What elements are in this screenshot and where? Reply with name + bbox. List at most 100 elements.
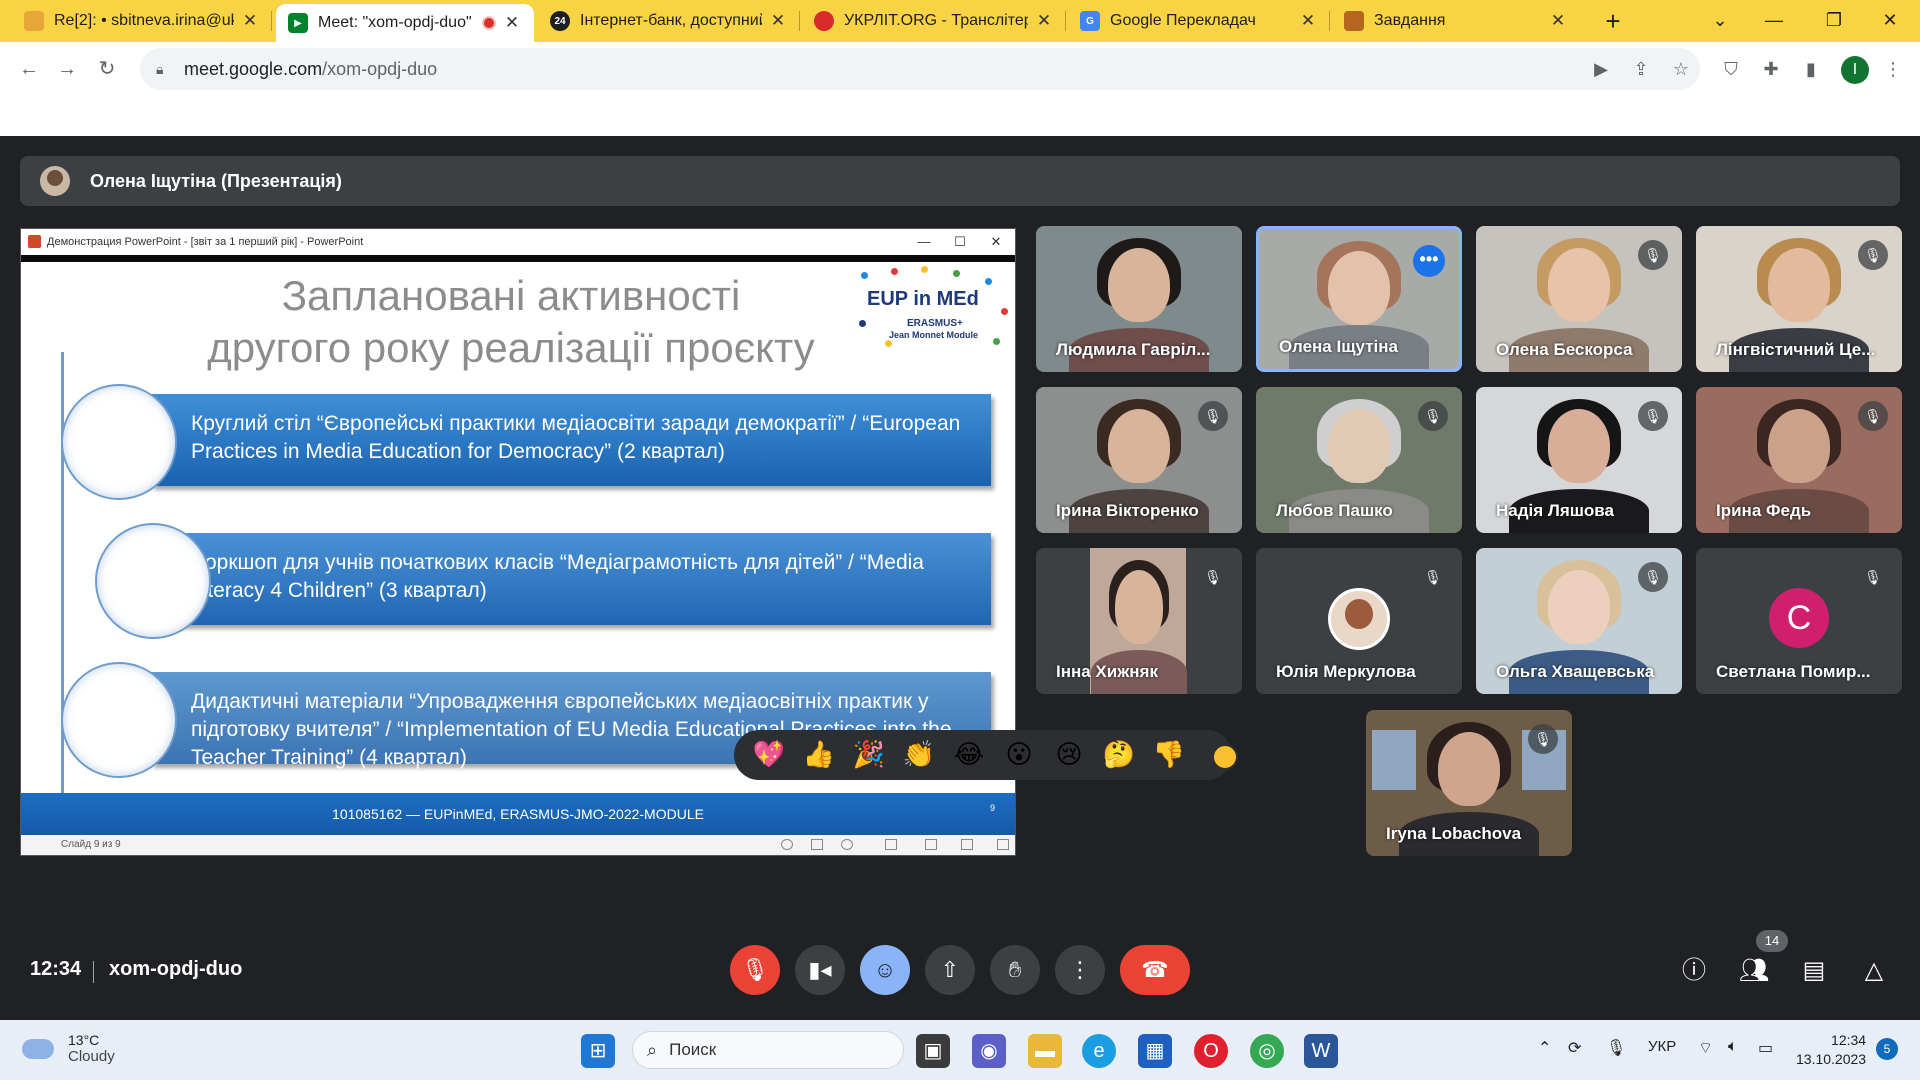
tab-bank[interactable]: 24 Інтернет-банк, доступний ✕ bbox=[538, 0, 800, 42]
tab-translate[interactable]: G Google Перекладач ✕ bbox=[1068, 0, 1330, 42]
tab-search-chevron-icon[interactable]: ⌄ bbox=[1690, 0, 1750, 42]
participant-tile[interactable]: 🎙︎ Лінгвістичний Це... bbox=[1696, 226, 1902, 372]
activities-icon[interactable]: △ bbox=[1854, 951, 1894, 991]
reaction-sad[interactable]: 😢 bbox=[1044, 740, 1094, 770]
tab-meet[interactable]: ▶ Meet: "xom-opdj-duo" ✕ bbox=[276, 4, 534, 42]
tab-mail[interactable]: Re[2]: • sbitneva.irina@ukr ✕ bbox=[12, 0, 272, 42]
participant-name: Любов Пашко bbox=[1276, 501, 1393, 520]
more-options-icon[interactable]: ••• bbox=[1413, 245, 1445, 277]
profile-avatar[interactable]: I bbox=[1841, 56, 1869, 84]
maximize-icon[interactable]: ❐ bbox=[1804, 0, 1864, 42]
reaction-thinking[interactable]: 🤔 bbox=[1094, 740, 1144, 770]
taskbar-search[interactable]: ⌕ Поиск bbox=[632, 1031, 904, 1069]
word-icon[interactable]: W bbox=[1304, 1034, 1338, 1068]
close-tab-icon[interactable]: ✕ bbox=[502, 13, 522, 33]
notification-badge[interactable]: 5 bbox=[1876, 1038, 1898, 1060]
address-bar[interactable]: 🔒︎ meet.google.com/xom-opdj-duo bbox=[140, 48, 1700, 90]
meeting-info-icon[interactable]: ⓘ bbox=[1674, 951, 1714, 991]
back-arrow-icon[interactable]: ← bbox=[14, 54, 44, 84]
present-button[interactable]: ⇧ bbox=[925, 945, 975, 995]
participant-tile[interactable]: 🎙︎ Юлія Меркулова bbox=[1256, 548, 1462, 694]
store-icon[interactable]: ▦ bbox=[1138, 1034, 1172, 1068]
hand-icon: ✋︎ bbox=[1008, 957, 1022, 982]
participant-tile[interactable]: Людмила Гавріл... bbox=[1036, 226, 1242, 372]
participant-name: Надія Ляшова bbox=[1496, 501, 1614, 520]
participant-tile[interactable]: 🎙︎ Ольга Хващевська bbox=[1476, 548, 1682, 694]
tab-tasks[interactable]: Завдання ✕ bbox=[1332, 0, 1580, 42]
forward-arrow-icon[interactable]: → bbox=[52, 54, 82, 84]
sync-icon[interactable]: ⟳ bbox=[1568, 1038, 1581, 1058]
reaction-laugh[interactable]: 😂 bbox=[944, 740, 994, 770]
close-tab-icon[interactable]: ✕ bbox=[1548, 11, 1568, 31]
people-icon[interactable]: 👥︎ bbox=[1734, 951, 1774, 991]
chrome-menu-icon[interactable]: ⋮ bbox=[1880, 56, 1906, 82]
tab-title: Google Перекладач bbox=[1110, 12, 1256, 29]
participant-tile[interactable]: С 🎙︎ Светлана Помир... bbox=[1696, 548, 1902, 694]
reaction-heart[interactable]: 💖 bbox=[744, 740, 794, 770]
reactions-bar: 💖 👍 🎉 👏 😂 😮 😢 🤔 👎 bbox=[734, 730, 1232, 780]
mic-off-icon: 🎙︎ bbox=[1198, 562, 1228, 592]
recording-dot-icon bbox=[482, 16, 496, 30]
edge-icon[interactable]: e bbox=[1082, 1034, 1116, 1068]
reload-icon[interactable]: ↻ bbox=[92, 54, 122, 84]
bookmark-star-icon[interactable]: ☆ bbox=[1668, 56, 1694, 82]
participant-tile[interactable]: 🎙︎ Ірина Вікторенко bbox=[1036, 387, 1242, 533]
ppt-titlebar: Демонстрация PowerPoint - [звіт за 1 пер… bbox=[21, 229, 1015, 255]
participant-tile[interactable]: 🎙︎ Iryna Lobachova bbox=[1366, 710, 1572, 856]
raise-hand-button[interactable]: ✋︎ bbox=[990, 945, 1040, 995]
wifi-icon[interactable]: ⌔ bbox=[1698, 1038, 1713, 1058]
shield-extension-icon[interactable]: ⛉ bbox=[1718, 56, 1744, 82]
reactions-button[interactable]: ☺ bbox=[860, 945, 910, 995]
ppt-minimize-icon: — bbox=[917, 234, 931, 249]
microphone-tray-icon[interactable]: 🎙︎ bbox=[1606, 1038, 1626, 1058]
file-explorer-icon[interactable]: ▬ bbox=[1028, 1034, 1062, 1068]
reaction-clap[interactable]: 👏 bbox=[894, 740, 944, 770]
camera-icon: ▮◂ bbox=[808, 957, 832, 982]
reaction-thumbs-up[interactable]: 👍 bbox=[794, 740, 844, 770]
weather-widget[interactable]: 13°C Cloudy bbox=[22, 1032, 115, 1065]
share-icon[interactable]: ⇪ bbox=[1628, 56, 1654, 82]
tab-ukrlit[interactable]: УКРЛІТ.ORG - Транслітера ✕ bbox=[802, 0, 1066, 42]
task-view-icon[interactable]: ▣ bbox=[916, 1034, 950, 1068]
start-windows-icon[interactable]: ⊞ bbox=[581, 1034, 615, 1068]
leave-call-button[interactable]: ☎︎ bbox=[1120, 945, 1190, 995]
participant-tile-active[interactable]: ••• Олена Іщутіна bbox=[1256, 226, 1462, 372]
reaction-thumbs-down[interactable]: 👎 bbox=[1144, 740, 1194, 770]
close-tab-icon[interactable]: ✕ bbox=[240, 11, 260, 31]
chrome-icon[interactable]: ◎ bbox=[1250, 1034, 1284, 1068]
meeting-code: xom-opdj-duo bbox=[109, 958, 243, 980]
close-tab-icon[interactable]: ✕ bbox=[1298, 11, 1318, 31]
cloud-icon bbox=[22, 1038, 54, 1059]
tray-chevron-icon[interactable]: ⌃ bbox=[1538, 1038, 1551, 1058]
system-clock[interactable]: 12:34 13.10.2023 bbox=[1796, 1031, 1866, 1069]
minimize-icon[interactable]: — bbox=[1744, 0, 1804, 42]
mic-off-icon: 🎙︎ bbox=[1418, 401, 1448, 431]
reaction-party[interactable]: 🎉 bbox=[844, 740, 894, 770]
participant-tile[interactable]: 🎙︎ Ірина Федь bbox=[1696, 387, 1902, 533]
battery-icon[interactable]: ▭ bbox=[1758, 1038, 1773, 1058]
close-window-icon[interactable]: ✕ bbox=[1860, 0, 1920, 42]
participant-tile[interactable]: 🎙︎ Любов Пашко bbox=[1256, 387, 1462, 533]
skin-tone-selector[interactable] bbox=[1212, 744, 1238, 770]
participant-tile[interactable]: 🎙︎ Надія Ляшова bbox=[1476, 387, 1682, 533]
close-tab-icon[interactable]: ✕ bbox=[768, 11, 788, 31]
participant-avatar bbox=[1328, 588, 1390, 650]
system-date: 13.10.2023 bbox=[1796, 1051, 1867, 1067]
participant-tile[interactable]: 🎙︎ Інна Хижняк bbox=[1036, 548, 1242, 694]
new-tab-button[interactable]: + bbox=[1596, 4, 1630, 38]
side-panel-icon[interactable]: ▮ bbox=[1798, 56, 1824, 82]
chat-icon[interactable]: ▤ bbox=[1794, 951, 1834, 991]
camera-toggle-button[interactable]: ▮◂ bbox=[795, 945, 845, 995]
teams-chat-icon[interactable]: ◉ bbox=[972, 1034, 1006, 1068]
slide-title: Заплановані активності другого року реал… bbox=[207, 272, 815, 371]
participant-tile[interactable]: 🎙︎ Олена Бескорса bbox=[1476, 226, 1682, 372]
close-tab-icon[interactable]: ✕ bbox=[1034, 11, 1054, 31]
mic-toggle-button[interactable]: 🎙︎ bbox=[730, 945, 780, 995]
camera-blocked-icon[interactable]: ▶ bbox=[1588, 56, 1614, 82]
more-options-button[interactable]: ⋮ bbox=[1055, 945, 1105, 995]
volume-icon[interactable]: 🔈︎ bbox=[1728, 1038, 1738, 1056]
reaction-surprised[interactable]: 😮 bbox=[994, 740, 1044, 770]
opera-icon[interactable]: O bbox=[1194, 1034, 1228, 1068]
extensions-puzzle-icon[interactable]: ✚ bbox=[1758, 56, 1784, 82]
input-language[interactable]: УКР bbox=[1648, 1038, 1676, 1055]
